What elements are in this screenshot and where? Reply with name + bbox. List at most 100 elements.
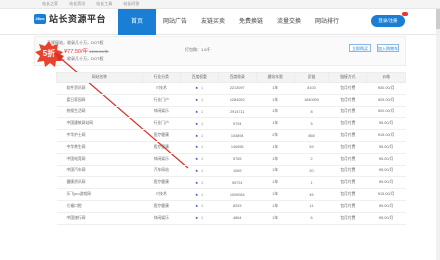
site-name-link[interactable]: 中国汽车网 <box>56 165 143 178</box>
site-logo[interactable]: 28co 站长资源平台 <box>34 12 106 25</box>
page: 站长之家 站长资讯 站长工具 站长问答 28co 站长资源平台 首页 网站广告 … <box>0 0 440 260</box>
nav-item-ads[interactable]: 网站广告 <box>156 9 194 35</box>
table-cell: 1年 <box>256 117 295 131</box>
table-row[interactable]: 中国电竞网 休闲娱乐 ♣ 1 5765 1年 2 包月付费 ¥5.00/月 <box>56 153 406 166</box>
col-header[interactable]: 百度收录 <box>217 72 257 83</box>
table-row[interactable]: 热搜生活网 休闲娱乐 ♣ 1 2914711 1年 8 包月付费 ¥20.00/月 <box>56 106 406 119</box>
table-cell: 154894 <box>218 129 257 142</box>
table-cell: ¥5.00/月 <box>366 200 406 213</box>
table-cell: 4864 <box>218 212 257 225</box>
table-cell: 1年 <box>256 212 295 225</box>
table-cell: 1年 <box>256 82 295 95</box>
discount-price: ¥77.50/年 <box>64 49 88 55</box>
nav-item-links-trade[interactable]: 友链买卖 <box>194 9 232 35</box>
baidu-weight-value: 1 <box>200 204 204 209</box>
site-name-link[interactable]: 七福口腔 <box>56 200 143 213</box>
table-cell: 8293 <box>218 200 257 213</box>
top-link[interactable]: 站长资讯 <box>69 1 85 6</box>
baidu-weight-value: 1 <box>200 86 204 91</box>
table-cell: 8 <box>294 106 329 119</box>
add-to-cart-button[interactable]: 加入购物车 <box>377 44 399 52</box>
site-name-link[interactable]: 中国建筑网站网 <box>56 117 143 131</box>
table-row[interactable]: 软件资讯网 IT技术 ♣ 1 2213097 1年 8100 包月付费 ¥30.00/月 <box>56 82 406 95</box>
table-cell: 包月付费 <box>328 141 367 154</box>
baidu-weight-value: 1 <box>200 145 204 150</box>
baidu-weight-icon: ♣ <box>195 204 198 209</box>
baidu-weight-cell: ♣ 1 <box>180 200 219 213</box>
top-link[interactable]: 站长之家 <box>42 1 58 6</box>
col-header[interactable]: 百度权重 <box>179 72 219 83</box>
scrollbar-track[interactable] <box>436 9 440 260</box>
table-cell: ¥5.00/月 <box>366 165 406 178</box>
baidu-weight-icon: ♣ <box>195 216 198 221</box>
site-name-link[interactable]: 中华护士网 <box>56 129 143 142</box>
table-cell: 包月付费 <box>328 106 367 119</box>
table-cell: 1069 <box>218 165 257 178</box>
table-cell: 1年 <box>256 176 295 190</box>
table-cell: 1284052 <box>218 94 257 107</box>
baidu-weight-value: 1 <box>200 216 204 221</box>
table-cell: 20 <box>294 165 329 178</box>
baidu-weight-icon: ♣ <box>195 121 198 126</box>
table-cell: 1 <box>294 176 329 190</box>
table-cell: 1年 <box>256 165 295 178</box>
discount-badge-icon: 5折 <box>34 41 64 67</box>
table-cell: 2914711 <box>218 106 257 119</box>
buy-now-button[interactable]: 立即购买 <box>349 44 371 52</box>
site-name-link[interactable]: 中国电竞网 <box>56 153 143 166</box>
site-name-link[interactable]: 热搜生活网 <box>56 106 143 119</box>
col-header[interactable]: 价格 <box>366 72 406 83</box>
table-row[interactable]: 健康资讯网 医疗健康 ♣ 1 59724 1年 1 包月付费 ¥5.00/月 <box>56 176 406 190</box>
col-header[interactable]: 反链 <box>293 72 330 83</box>
table-cell: 2年 <box>256 129 295 142</box>
top-link[interactable]: 站长问答 <box>123 1 139 6</box>
top-link[interactable]: 站长工具 <box>96 1 112 6</box>
scrollbar-thumb[interactable] <box>436 9 440 29</box>
baidu-weight-icon: ♣ <box>195 145 198 150</box>
site-name-link[interactable]: 中国旅行网 <box>56 212 143 225</box>
nav-item-free-exchange[interactable]: 免费换链 <box>232 9 270 35</box>
table-row[interactable]: 七福口腔 医疗健康 ♣ 1 8293 1年 11 包月付费 ¥5.00/月 <box>56 200 406 213</box>
baidu-weight-icon: ♣ <box>195 86 198 91</box>
table-cell: 1009084 <box>218 188 257 201</box>
baidu-weight-value: 1 <box>200 98 204 103</box>
col-header[interactable]: 建站年限 <box>255 72 295 83</box>
col-header[interactable]: 链接方式 <box>328 72 368 83</box>
notification-dot <box>402 12 408 16</box>
table-cell: IT技术 <box>142 82 181 95</box>
table-cell: 1年 <box>256 141 295 154</box>
table-row[interactable]: 中华护士网 医疗健康 ♣ 1 154894 2年 865 包月付费 ¥15.00/月 <box>56 129 406 142</box>
baidu-weight-value: 1 <box>200 168 204 173</box>
nav-item-traffic-exchange[interactable]: 流量交换 <box>270 9 308 35</box>
table-cell: 8100 <box>294 82 329 95</box>
table-cell: 行业门户 <box>142 117 181 131</box>
table-cell: 包月付费 <box>328 129 367 142</box>
table-cell: 45 <box>294 188 329 201</box>
col-header[interactable]: 行业分类 <box>141 72 181 83</box>
table-row[interactable]: 中国建筑网站网 行业门户 ♣ 1 5794 1年 5 包月付费 ¥5.00/月 <box>56 117 406 131</box>
table-cell: 53 <box>294 141 329 154</box>
nav-item-home[interactable]: 首页 <box>118 9 156 35</box>
col-header[interactable]: 网站名称 <box>56 72 143 83</box>
baidu-weight-value: 1 <box>200 192 204 197</box>
nav-item-ranking[interactable]: 网站排行 <box>308 9 346 35</box>
login-button[interactable]: 登录/注册 <box>371 15 405 27</box>
table-cell: 包月付费 <box>328 188 367 201</box>
site-name-link[interactable]: 乐飞pro游戏网 <box>56 188 143 201</box>
table-cell: 包月付费 <box>328 176 367 190</box>
table-row[interactable]: 中华养生网 医疗健康 ♣ 1 140655 1年 53 包月付费 ¥5.00/月 <box>56 141 406 154</box>
site-name-link[interactable]: 软件资讯网 <box>56 82 143 95</box>
site-name-link[interactable]: 爱日家园网 <box>56 94 143 107</box>
baidu-weight-value: 1 <box>200 157 204 162</box>
table-cell: 1年 <box>256 153 295 166</box>
table-row[interactable]: 中国汽车网 汽车网站 ♣ 1 1069 1年 20 包月付费 ¥5.00/月 <box>56 165 406 178</box>
table-row[interactable]: 爱日家园网 行业门户 ♣ 1 1284052 1年 1840000 包月付费 ¥25.00/月 <box>56 94 406 107</box>
table-row[interactable]: 乐飞pro游戏网 IT技术 ♣ 1 1009084 1年 45 包月付费 ¥15.00/月 <box>56 188 406 201</box>
table-cell: ¥15.00/月 <box>366 129 406 142</box>
site-name-link[interactable]: 中华养生网 <box>56 141 143 154</box>
site-name-link[interactable]: 健康资讯网 <box>56 176 143 190</box>
table-cell: 包月付费 <box>328 82 367 95</box>
table-row[interactable]: 中国旅行网 休闲娱乐 ♣ 1 4864 1年 6 包月付费 ¥5.00/月 <box>56 212 406 225</box>
table-cell: 休闲娱乐 <box>142 212 181 225</box>
table-cell: 5794 <box>218 117 257 131</box>
